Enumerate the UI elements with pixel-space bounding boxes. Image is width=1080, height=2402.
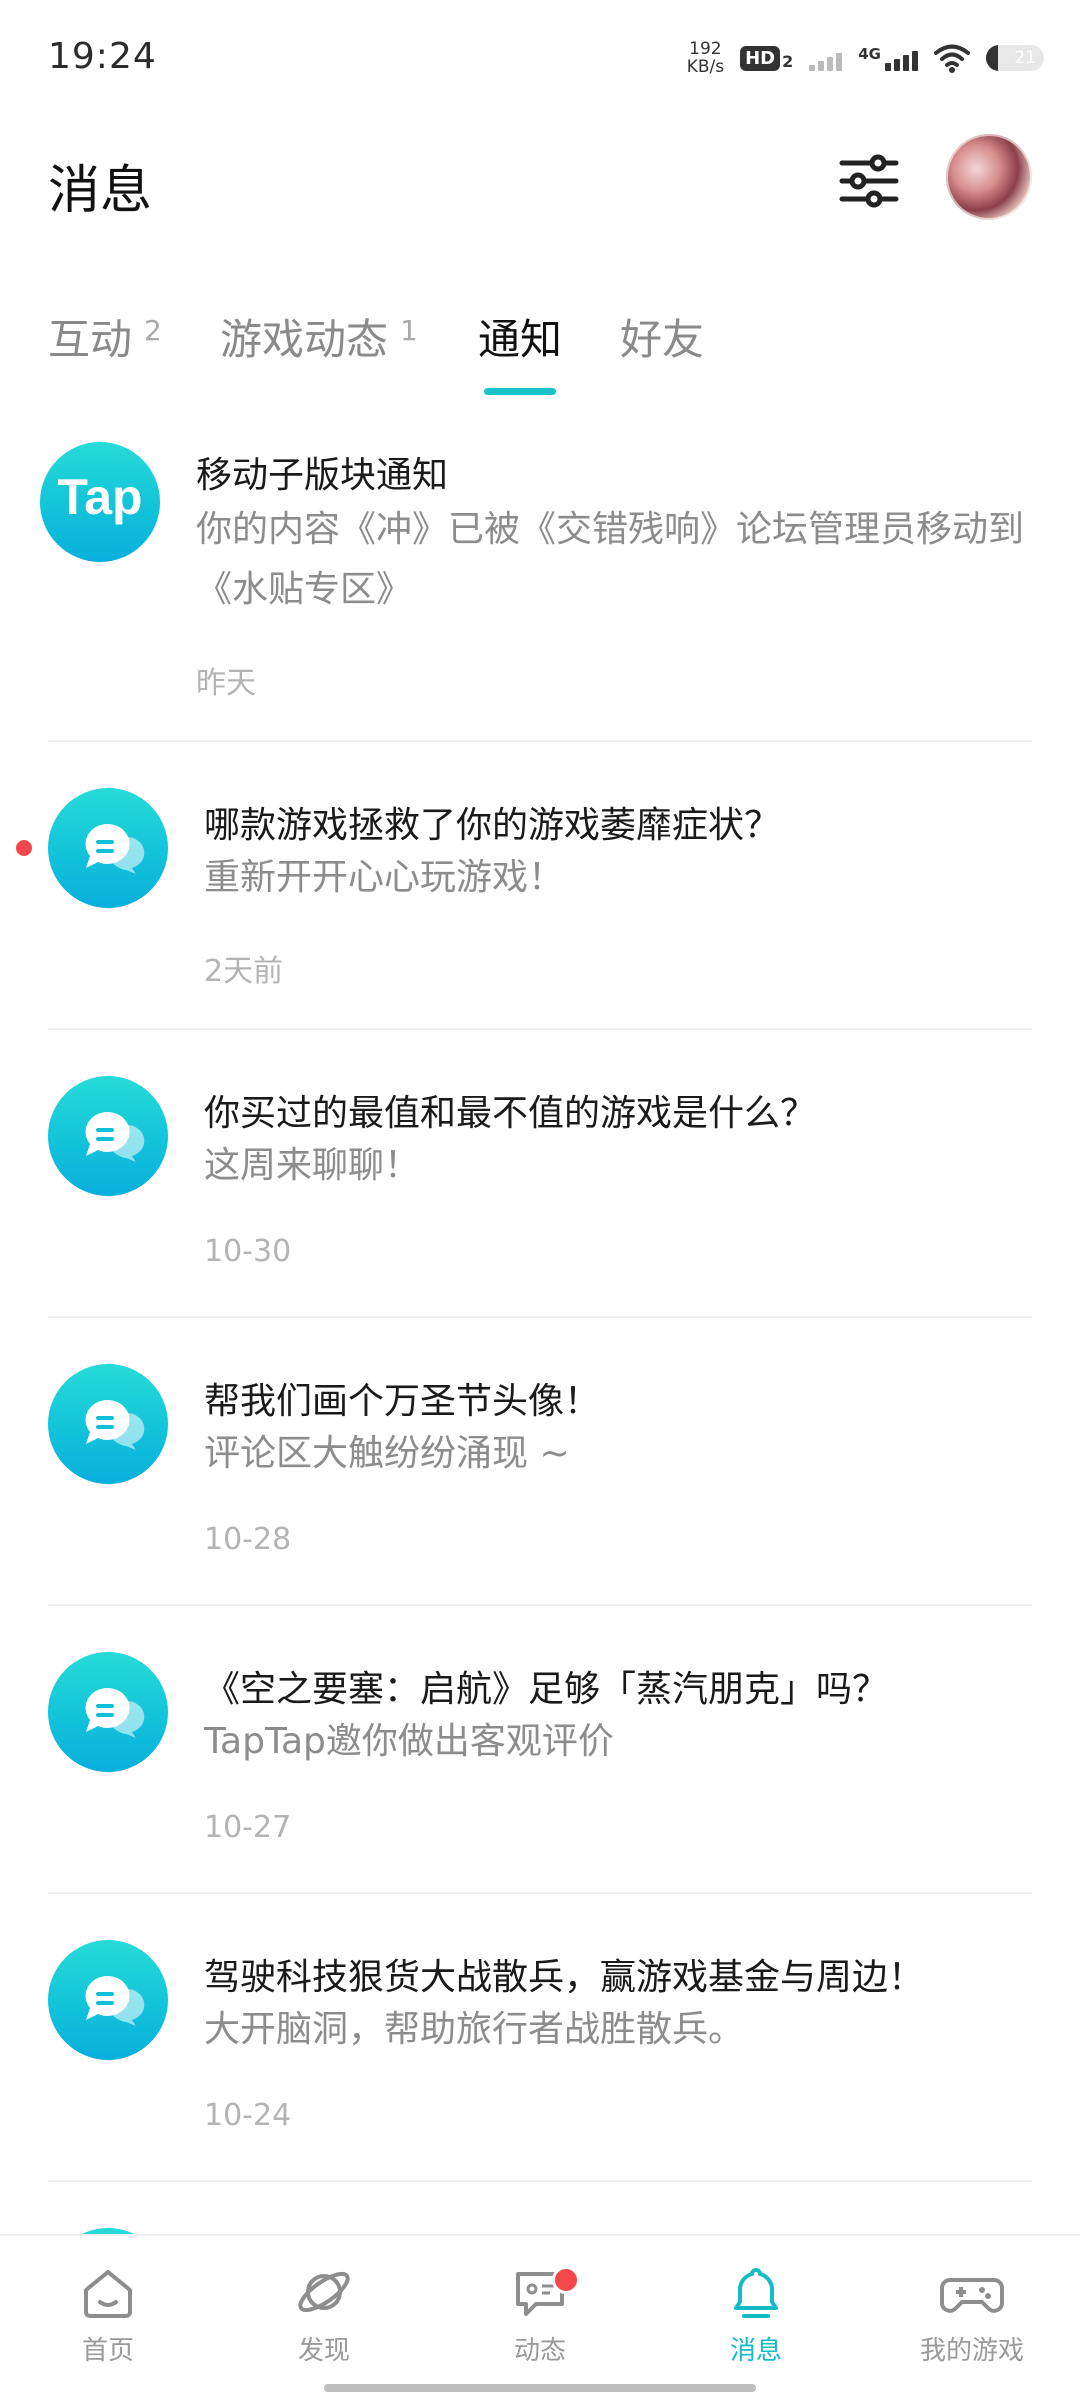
- notification-title: 移动子版块通知: [196, 455, 449, 496]
- chat-bubble-icon: [48, 788, 168, 908]
- active-tab-indicator: [484, 388, 556, 395]
- nav-my-games[interactable]: 我的游戏: [892, 2260, 1052, 2367]
- notification-desc: 你的内容《冲》已被《交错残响》论坛管理员移动到《水贴专区》: [196, 509, 1025, 610]
- nav-discover[interactable]: 发现: [244, 2260, 404, 2367]
- planet-icon: [298, 2271, 350, 2313]
- notification-title: 哪款游戏拯救了你的游戏萎靡症状？: [204, 805, 781, 846]
- tab-friends[interactable]: 好友: [620, 306, 704, 367]
- nav-messages[interactable]: 消息: [676, 2260, 836, 2367]
- notification-desc: TapTap邀你做出客观评价: [204, 1721, 614, 1762]
- wifi-icon: [934, 44, 970, 73]
- signal-sim1-icon: [809, 45, 843, 71]
- notification-badge: [552, 2266, 580, 2294]
- filter-settings-button[interactable]: [834, 146, 904, 216]
- status-icons: 192 KB/s HD 2 4G 21: [687, 36, 1044, 80]
- divider: [48, 1316, 1032, 1318]
- tab-interaction[interactable]: 互动 2: [48, 306, 162, 367]
- tab-count: 2: [144, 314, 162, 347]
- network-speed: 192 KB/s: [686, 39, 725, 77]
- sliders-icon: [839, 154, 899, 208]
- nav-home[interactable]: 首页: [28, 2260, 188, 2367]
- notification-title: 驾驶科技狠货大战散兵，赢游戏基金与周边！: [204, 1957, 925, 1998]
- tab-game-updates[interactable]: 游戏动态 1: [220, 306, 418, 367]
- avatar[interactable]: [946, 134, 1032, 220]
- notification-time: 2天前: [204, 954, 284, 989]
- battery-icon: 21: [986, 45, 1044, 71]
- tab-notifications[interactable]: 通知: [478, 306, 562, 367]
- tap-logo-icon: Tap: [40, 442, 160, 562]
- notification-title: 你买过的最值和最不值的游戏是什么？: [204, 1093, 817, 1134]
- divider: [48, 2180, 1032, 2182]
- chat-bubble-icon: [48, 1076, 168, 1196]
- notification-time: 10-27: [204, 1810, 292, 1845]
- notification-time: 10-30: [204, 1234, 292, 1269]
- page-title: 消息: [48, 161, 153, 221]
- header: 消息: [0, 118, 1080, 248]
- nav-feed[interactable]: 动态: [460, 2260, 620, 2367]
- bell-icon: [734, 2268, 778, 2318]
- unread-dot: [16, 840, 32, 856]
- message-tabs: 互动 2 游戏动态 1 通知 好友: [0, 290, 1080, 400]
- gamepad-icon: [940, 2278, 1004, 2313]
- notification-time: 昨天: [196, 666, 256, 701]
- notification-title: 《空之要塞：启航》足够「蒸汽朋克」吗？: [204, 1669, 889, 1710]
- notification-time: 10-28: [204, 1522, 292, 1557]
- divider: [48, 740, 1032, 742]
- home-icon: [84, 2270, 132, 2318]
- signal-4g-icon: 4G: [858, 45, 918, 71]
- divider: [48, 1892, 1032, 1894]
- notification-desc: 重新开开心心玩游戏！: [204, 857, 565, 898]
- divider: [48, 1028, 1032, 1030]
- home-indicator: [324, 2384, 756, 2392]
- notification-title: 帮我们画个万圣节头像！: [204, 1381, 601, 1422]
- divider: [48, 1604, 1032, 1606]
- notification-desc: 这周来聊聊！: [204, 1145, 421, 1186]
- notification-desc: 大开脑洞，帮助旅行者战胜散兵。: [204, 2009, 745, 2050]
- hd-voice-icon: HD 2: [740, 45, 793, 71]
- tab-count: 1: [400, 314, 418, 347]
- status-time: 19:24: [48, 36, 157, 77]
- status-bar: 19:24 192 KB/s HD 2 4G 21: [0, 0, 1080, 118]
- chat-bubble-icon: [48, 1652, 168, 1772]
- notification-time: 10-24: [204, 2098, 292, 2133]
- chat-bubble-icon: [48, 1364, 168, 1484]
- bottom-nav: 首页 发现 动态 消息 我的游戏: [0, 2234, 1080, 2402]
- chat-bubble-icon: [48, 1940, 168, 2060]
- notification-desc: 评论区大触纷纷涌现 ~: [204, 1433, 570, 1474]
